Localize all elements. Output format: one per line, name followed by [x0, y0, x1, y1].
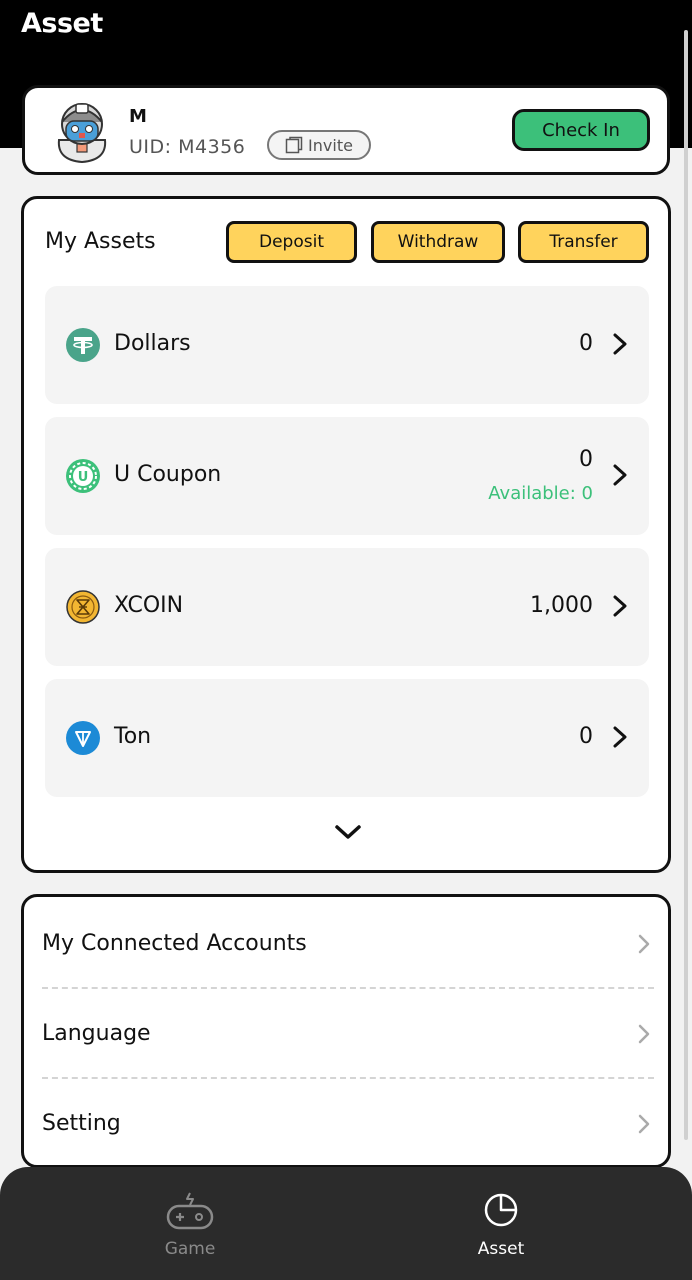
asset-row-xcoin[interactable]: XCOIN 1,000 — [45, 548, 649, 666]
user-uid: UID: M4356 — [129, 136, 246, 158]
asset-value: 1,000 — [530, 593, 593, 618]
asset-name: Dollars — [114, 331, 191, 356]
menu-item-language[interactable]: Language — [42, 989, 652, 1077]
asset-name: U Coupon — [114, 462, 222, 487]
settings-menu-card: My Connected Accounts Language Setting — [21, 894, 671, 1168]
profile-card: M UID: M4356 Invite Check In — [22, 85, 670, 175]
nav-label: Asset — [477, 1239, 525, 1259]
invite-label: Invite — [308, 135, 353, 155]
my-assets-card: My Assets Deposit Withdraw Transfer Doll… — [21, 196, 671, 873]
chevron-right-icon — [611, 463, 629, 487]
chevron-right-icon — [611, 725, 629, 749]
asset-name: XCOIN — [114, 593, 184, 618]
asset-value: 0 — [579, 447, 593, 472]
available-balance: Available: 0 — [488, 483, 593, 504]
svg-text:U: U — [78, 470, 89, 485]
gamepad-icon — [165, 1189, 215, 1231]
ton-icon — [66, 721, 100, 755]
menu-item-label: Setting — [42, 1111, 121, 1136]
chevron-right-icon — [636, 933, 652, 955]
user-name: M — [129, 106, 147, 127]
menu-item-setting[interactable]: Setting — [42, 1079, 652, 1167]
nav-label: Game — [164, 1239, 216, 1259]
scrollbar[interactable] — [684, 30, 688, 1140]
check-in-button[interactable]: Check In — [512, 109, 650, 151]
chevron-right-icon — [611, 332, 629, 356]
asset-row-dollars[interactable]: Dollars 0 — [45, 286, 649, 404]
withdraw-button[interactable]: Withdraw — [371, 221, 505, 263]
avatar[interactable] — [51, 96, 113, 164]
xcoin-icon — [66, 590, 100, 624]
invite-button[interactable]: Invite — [267, 130, 371, 160]
u-coupon-icon: U — [66, 459, 100, 493]
chevron-right-icon — [611, 594, 629, 618]
nav-game[interactable]: Game — [140, 1189, 240, 1269]
pie-chart-icon — [476, 1189, 526, 1231]
copy-icon — [285, 136, 303, 154]
chevron-right-icon — [636, 1023, 652, 1045]
chevron-right-icon — [636, 1113, 652, 1135]
tether-icon — [66, 328, 100, 362]
asset-row-ton[interactable]: Ton 0 — [45, 679, 649, 797]
asset-value: 0 — [579, 724, 593, 749]
chevron-down-icon[interactable] — [334, 823, 362, 841]
page-title: Asset — [21, 8, 103, 39]
deposit-button[interactable]: Deposit — [226, 221, 357, 263]
menu-item-connected-accounts[interactable]: My Connected Accounts — [42, 899, 652, 987]
asset-row-u-coupon[interactable]: U U Coupon 0 Available: 0 — [45, 417, 649, 535]
transfer-button[interactable]: Transfer — [518, 221, 649, 263]
asset-name: Ton — [114, 724, 152, 749]
asset-value: 0 — [579, 331, 593, 356]
menu-item-label: Language — [42, 1021, 151, 1046]
bottom-nav: Game Asset — [0, 1167, 692, 1280]
nav-asset[interactable]: Asset — [451, 1189, 551, 1269]
menu-item-label: My Connected Accounts — [42, 931, 307, 956]
my-assets-title: My Assets — [45, 229, 156, 254]
